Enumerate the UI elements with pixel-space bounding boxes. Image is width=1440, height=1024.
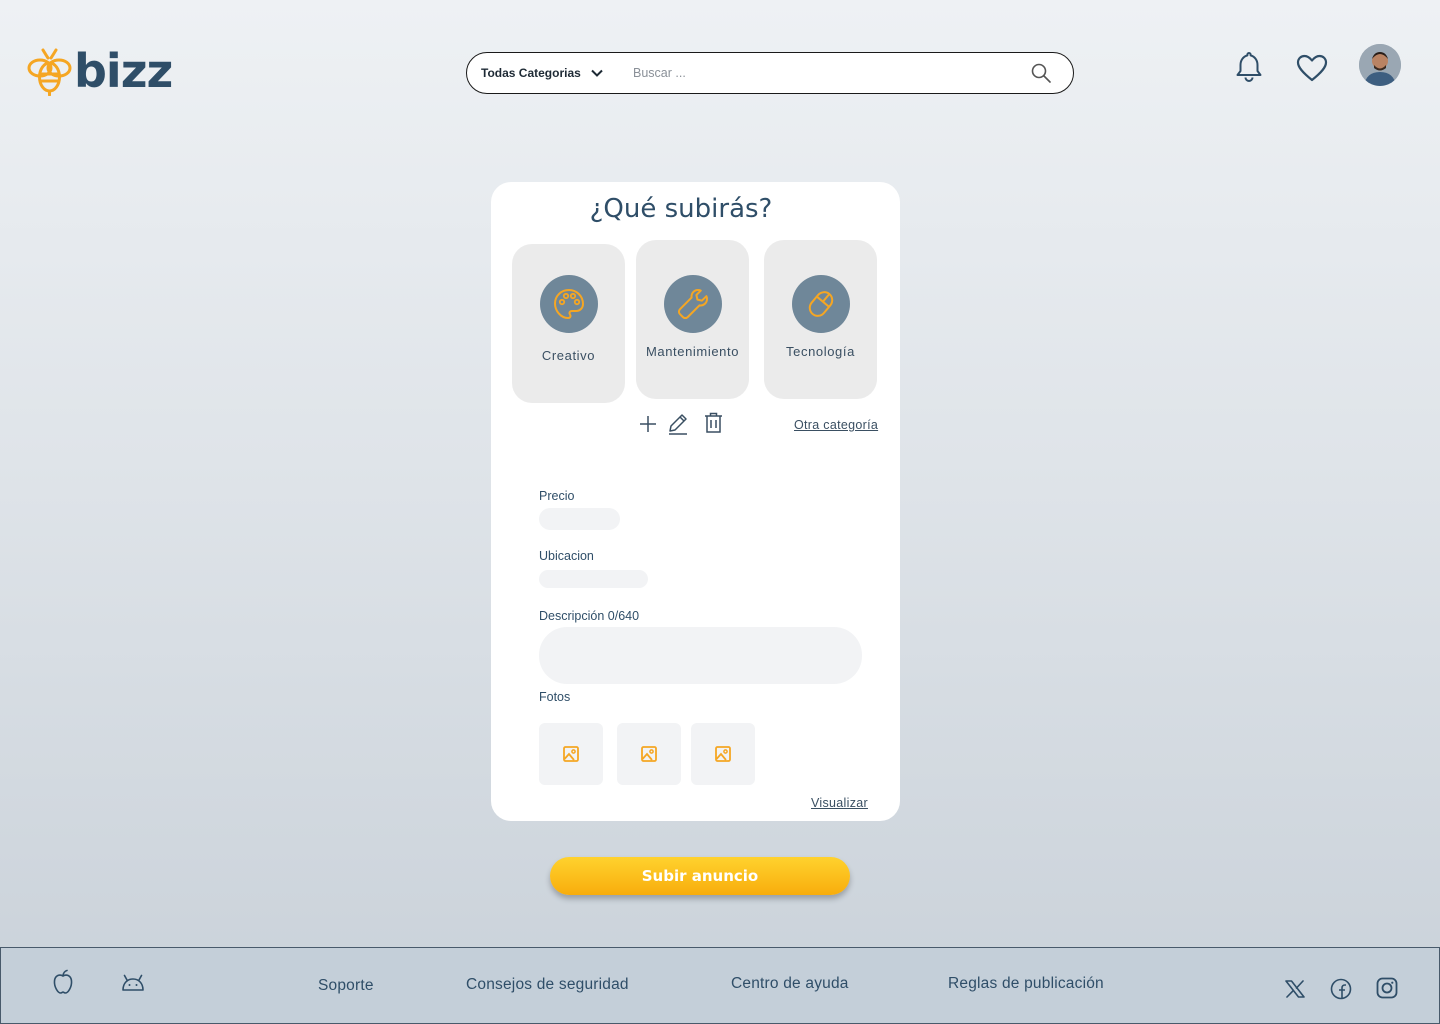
form-title: ¿Qué subirás? bbox=[589, 194, 773, 224]
apple-icon[interactable] bbox=[52, 969, 74, 995]
photo-slot[interactable] bbox=[617, 723, 681, 785]
description-label: Descripción 0/640 bbox=[539, 609, 640, 623]
category-tile-mantenimiento[interactable]: Mantenimiento bbox=[636, 240, 749, 399]
photos-label: Fotos bbox=[539, 690, 571, 704]
photo-slot[interactable] bbox=[691, 723, 755, 785]
submit-ad-button[interactable]: Subir anuncio bbox=[550, 857, 850, 895]
photo-slot[interactable] bbox=[539, 723, 603, 785]
image-icon bbox=[563, 746, 579, 762]
search-bar: Todas Categorias bbox=[466, 52, 1074, 94]
category-icon-circle bbox=[539, 275, 598, 333]
palette-icon bbox=[553, 289, 584, 319]
category-icon-circle bbox=[791, 275, 850, 333]
trash-icon[interactable] bbox=[704, 412, 723, 434]
category-dropdown[interactable]: Todas Categorias bbox=[481, 66, 631, 80]
logo[interactable]: bizz bbox=[26, 44, 173, 98]
other-category-link[interactable]: Otra categoría bbox=[794, 418, 878, 432]
location-input[interactable] bbox=[539, 570, 648, 588]
price-label: Precio bbox=[539, 489, 575, 503]
footer-link-help[interactable]: Centro de ayuda bbox=[731, 975, 849, 993]
image-icon bbox=[715, 746, 731, 762]
avatar[interactable] bbox=[1359, 44, 1401, 86]
footer-link-support[interactable]: Soporte bbox=[318, 977, 374, 995]
location-label: Ubicacion bbox=[539, 549, 594, 563]
price-input[interactable] bbox=[539, 508, 620, 530]
wrench-icon bbox=[677, 289, 708, 320]
image-icon bbox=[641, 746, 657, 762]
x-twitter-icon[interactable] bbox=[1285, 980, 1305, 998]
footer: Soporte Consejos de seguridad Centro de … bbox=[0, 947, 1440, 1024]
category-icon-circle bbox=[663, 275, 722, 333]
search-input[interactable] bbox=[633, 66, 1013, 80]
bee-icon bbox=[27, 48, 72, 96]
category-tile-creativo[interactable]: Creativo bbox=[512, 244, 625, 403]
bell-icon[interactable] bbox=[1235, 50, 1263, 82]
heart-icon[interactable] bbox=[1296, 54, 1328, 82]
pencil-icon[interactable] bbox=[668, 413, 688, 435]
category-label: Creativo bbox=[541, 348, 596, 363]
footer-link-safety[interactable]: Consejos de seguridad bbox=[466, 976, 629, 994]
facebook-icon[interactable] bbox=[1330, 978, 1352, 1000]
category-label: Mantenimiento bbox=[645, 344, 740, 359]
chevron-down-icon bbox=[591, 69, 603, 77]
mouse-icon bbox=[808, 291, 833, 317]
preview-link[interactable]: Visualizar bbox=[811, 796, 868, 810]
category-tile-tecnologia[interactable]: Tecnología bbox=[764, 240, 877, 399]
user-photo-icon bbox=[1359, 44, 1401, 86]
logo-text: bizz bbox=[74, 44, 173, 98]
upload-form-card: ¿Qué subirás? Creativo Mantenimiento Tec… bbox=[491, 182, 900, 821]
plus-icon[interactable] bbox=[639, 415, 657, 433]
description-textarea[interactable] bbox=[539, 627, 862, 684]
category-dropdown-label: Todas Categorias bbox=[481, 66, 581, 80]
category-label: Tecnología bbox=[786, 344, 855, 359]
instagram-icon[interactable] bbox=[1376, 977, 1398, 999]
android-icon[interactable] bbox=[121, 974, 145, 992]
search-icon[interactable] bbox=[1031, 63, 1051, 83]
footer-link-rules[interactable]: Reglas de publicación bbox=[948, 975, 1104, 993]
header: bizz Todas Categorias bbox=[0, 0, 1440, 140]
